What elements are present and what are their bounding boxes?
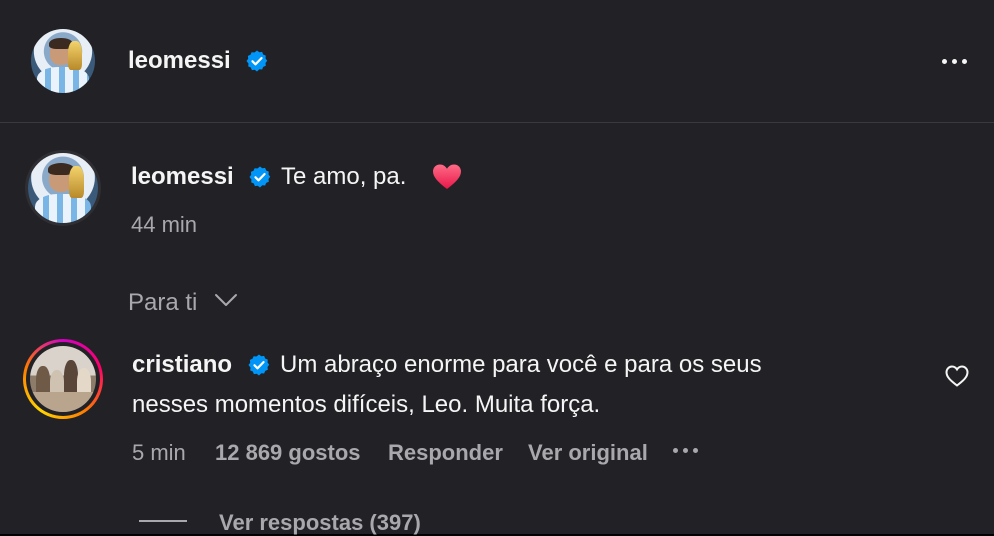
heart-outline-icon[interactable] <box>945 365 969 387</box>
comment-username[interactable]: cristiano <box>132 351 232 379</box>
see-original-button[interactable]: Ver original <box>528 440 648 466</box>
post-comments-panel: leomessi leomessi Te amo, pa. 44 min Par… <box>0 0 994 536</box>
comment-avatar[interactable] <box>30 346 96 412</box>
more-options-icon[interactable] <box>942 59 967 64</box>
comment-likes[interactable]: 12 869 gostos <box>215 440 361 466</box>
caption-time: 44 min <box>131 212 198 237</box>
more-options-icon[interactable] <box>673 448 698 453</box>
comment-text-line1: Um abraço enorme para você e para os seu… <box>280 351 762 378</box>
verified-badge-icon <box>248 354 270 376</box>
header-avatar[interactable] <box>31 29 95 93</box>
comment-time: 5 min <box>132 440 186 465</box>
header-username[interactable]: leomessi <box>128 47 231 75</box>
filter-label[interactable]: Para ti <box>128 289 197 317</box>
reply-button[interactable]: Responder <box>388 440 503 466</box>
view-replies-button[interactable]: Ver respostas (397) <box>219 510 421 536</box>
verified-badge-icon <box>246 50 268 72</box>
post-header: leomessi <box>0 0 994 123</box>
replies-divider <box>139 520 187 522</box>
caption-avatar[interactable] <box>28 153 98 223</box>
caption-username[interactable]: leomessi <box>131 163 234 191</box>
verified-badge-icon <box>249 166 271 188</box>
comment-text-line2: nesses momentos difíceis, Leo. Muita for… <box>132 391 601 418</box>
heart-emoji <box>433 164 461 189</box>
caption-text: Te amo, pa. <box>281 163 407 190</box>
chevron-down-icon[interactable] <box>214 293 238 307</box>
